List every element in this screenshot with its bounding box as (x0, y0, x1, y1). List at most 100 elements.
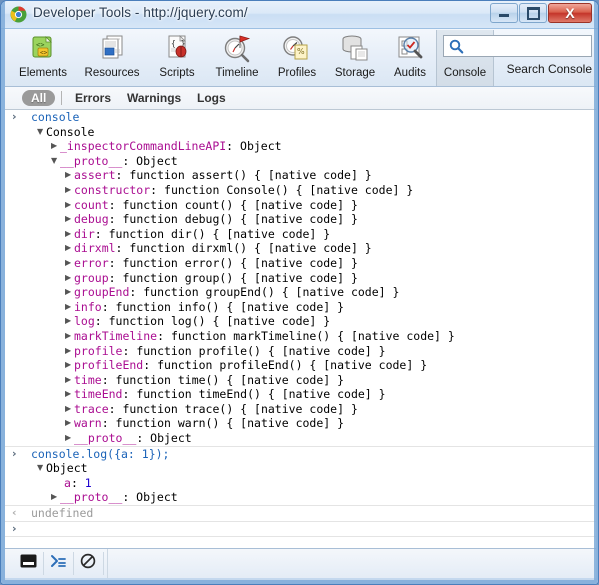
result-caret-icon: ‹ (12, 506, 17, 520)
storage-icon (338, 33, 372, 65)
console-tree-node[interactable]: ▶ error: function error() { [native code]… (5, 256, 596, 271)
chevron-down-icon[interactable]: ▼ (51, 154, 57, 169)
console-tree-node[interactable]: ▼ __proto__: Object (5, 154, 596, 169)
console-line-text: console (31, 110, 80, 124)
chevron-right-icon[interactable]: ▶ (65, 241, 71, 256)
console-tree-node[interactable]: ▶ time: function time() { [native code] } (5, 373, 596, 388)
filter-all[interactable]: All (22, 90, 56, 106)
console-tree-node[interactable]: ▶ __proto__: Object (5, 490, 596, 505)
chevron-right-icon[interactable]: ▶ (65, 387, 71, 402)
chevron-right-icon[interactable]: ▶ (51, 139, 57, 154)
console-tree-node[interactable]: ▶ count: function count() { [native code]… (5, 198, 596, 213)
console-tree-node[interactable]: ▼ Console (5, 125, 596, 140)
console-line-text: warn: function warn() { [native code] } (74, 416, 344, 431)
chevron-right-icon[interactable]: ▶ (65, 271, 71, 286)
chevron-right-icon[interactable]: ▶ (51, 490, 57, 505)
chevron-right-icon[interactable]: ▶ (65, 212, 71, 227)
search-input[interactable] (468, 38, 592, 57)
chevron-right-icon[interactable]: ▶ (65, 314, 71, 329)
minimize-button[interactable] (490, 3, 518, 23)
tab-resources[interactable]: Resources (76, 30, 148, 86)
chevron-right-icon[interactable]: ▶ (65, 416, 71, 431)
chevron-right-icon[interactable]: ▶ (65, 198, 71, 213)
property-name: profileEnd (74, 358, 144, 373)
console-tree-node[interactable]: ▶ constructor: function Console() { [nati… (5, 183, 596, 198)
chevron-down-icon[interactable]: ▼ (37, 461, 43, 476)
console-line-text: groupEnd: function groupEnd() { [native … (74, 285, 399, 300)
console-line-text: Console (46, 124, 95, 139)
console-line-text: Object (46, 461, 88, 476)
console-tree-node[interactable]: ▶ profile: function profile() { [native c… (5, 344, 596, 359)
profiles-icon: % (280, 33, 314, 65)
maximize-button[interactable] (519, 3, 547, 23)
console-tree-node[interactable]: ▶ markTimeline: function markTimeline() {… (5, 329, 596, 344)
property-value: : function dirxml() { [native code] } (115, 241, 372, 256)
chevron-right-icon[interactable]: ▶ (65, 431, 71, 446)
chevron-right-icon[interactable]: ▶ (65, 373, 71, 388)
toggle-drawer-button[interactable] (13, 552, 44, 575)
console-tree-node[interactable]: ▶ warn: function warn() { [native code] } (5, 416, 596, 431)
console-tree-node[interactable]: a: 1 (5, 476, 596, 491)
scripts-icon: { } (160, 33, 194, 65)
tab-profiles[interactable]: % Profiles (268, 30, 326, 86)
tab-scripts[interactable]: { } Scripts (148, 30, 206, 86)
console-tree-node[interactable]: ▶ assert: function assert() { [native cod… (5, 168, 596, 183)
console-tree-node[interactable]: ▶ log: function log() { [native code] } (5, 314, 596, 329)
console-output[interactable]: › console ▼ Console ▶ _inspectorCommandLineAP… (5, 110, 596, 548)
elements-icon: <> <> (26, 33, 60, 65)
property-name: dirxml (74, 241, 116, 256)
console-tree-node[interactable]: ▶ dirxml: function dirxml() { [native cod… (5, 241, 596, 256)
console-tree-node[interactable]: ▶ timeEnd: function timeEnd() { [native c… (5, 387, 596, 402)
tab-timeline[interactable]: Timeline (206, 30, 268, 86)
console-line-text: assert: function assert() { [native code… (74, 168, 372, 183)
chevron-right-icon[interactable]: ▶ (65, 329, 71, 344)
show-console-button[interactable] (43, 552, 74, 575)
console-tree-node[interactable]: ▶ group: function group() { [native code]… (5, 271, 596, 286)
chevron-right-icon[interactable]: ▶ (65, 402, 71, 417)
property-name: warn (74, 416, 102, 431)
console-tree-node[interactable]: ▶ info: function info() { [native code] } (5, 300, 596, 315)
property-value: : Object (136, 431, 192, 446)
window-title: Developer Tools - http://jquery.com/ (33, 5, 248, 20)
console-tree-node[interactable]: ▶ dir: function dir() { [native code] } (5, 227, 596, 242)
clear-console-button[interactable] (73, 552, 104, 575)
filter-warnings[interactable]: Warnings (127, 91, 181, 105)
console-line-text: info: function info() { [native code] } (74, 300, 344, 315)
chevron-right-icon[interactable]: ▶ (65, 227, 71, 242)
tab-storage[interactable]: Storage (326, 30, 384, 86)
close-button[interactable]: X (548, 3, 592, 23)
console-tree-node[interactable]: ▶ groupEnd: function groupEnd() { [native… (5, 285, 596, 300)
chevron-right-icon[interactable]: ▶ (65, 285, 71, 300)
console-tree-node[interactable]: ▶ debug: function debug() { [native code]… (5, 212, 596, 227)
property-name: debug (74, 212, 109, 227)
tab-elements-label: Elements (19, 67, 67, 79)
console-tree-node[interactable]: ▶ __proto__: Object (5, 431, 596, 446)
console-tree-node[interactable]: ▶ profileEnd: function profileEnd() { [na… (5, 358, 596, 373)
svg-text:<>: <> (40, 50, 48, 57)
chevron-down-icon[interactable]: ▼ (37, 125, 43, 140)
property-value: : Object (122, 490, 178, 505)
close-icon: X (565, 5, 575, 21)
property-name: __proto__ (74, 431, 137, 446)
chevron-right-icon[interactable]: ▶ (65, 183, 71, 198)
console-tree-node[interactable]: ▶ trace: function trace() { [native code]… (5, 402, 596, 417)
console-tree-node[interactable]: ▼ Object (5, 461, 596, 476)
property-value: : function count() { [native code] } (108, 197, 358, 212)
chevron-right-icon[interactable]: ▶ (65, 256, 71, 271)
chevron-right-icon[interactable]: ▶ (65, 358, 71, 373)
tab-audits[interactable]: Audits (384, 30, 436, 86)
chevron-right-icon[interactable]: ▶ (65, 168, 71, 183)
property-value: : function debug() { [native code] } (108, 212, 358, 227)
tab-elements[interactable]: <> <> Elements (10, 30, 76, 86)
chevron-right-icon[interactable]: ▶ (65, 344, 71, 359)
property-name: profile (74, 343, 123, 358)
filter-logs[interactable]: Logs (197, 91, 226, 105)
console-tree-node[interactable]: ▶ _inspectorCommandLineAPI: Object (5, 139, 596, 154)
console-group: › (5, 522, 596, 538)
chevron-right-icon[interactable]: ▶ (65, 300, 71, 315)
console-line-text: log: function log() { [native code] } (74, 314, 330, 329)
filter-errors[interactable]: Errors (75, 91, 111, 105)
console-line-text: trace: function trace() { [native code] … (74, 402, 358, 417)
clear-icon (80, 553, 96, 574)
search-box[interactable] (443, 35, 592, 57)
